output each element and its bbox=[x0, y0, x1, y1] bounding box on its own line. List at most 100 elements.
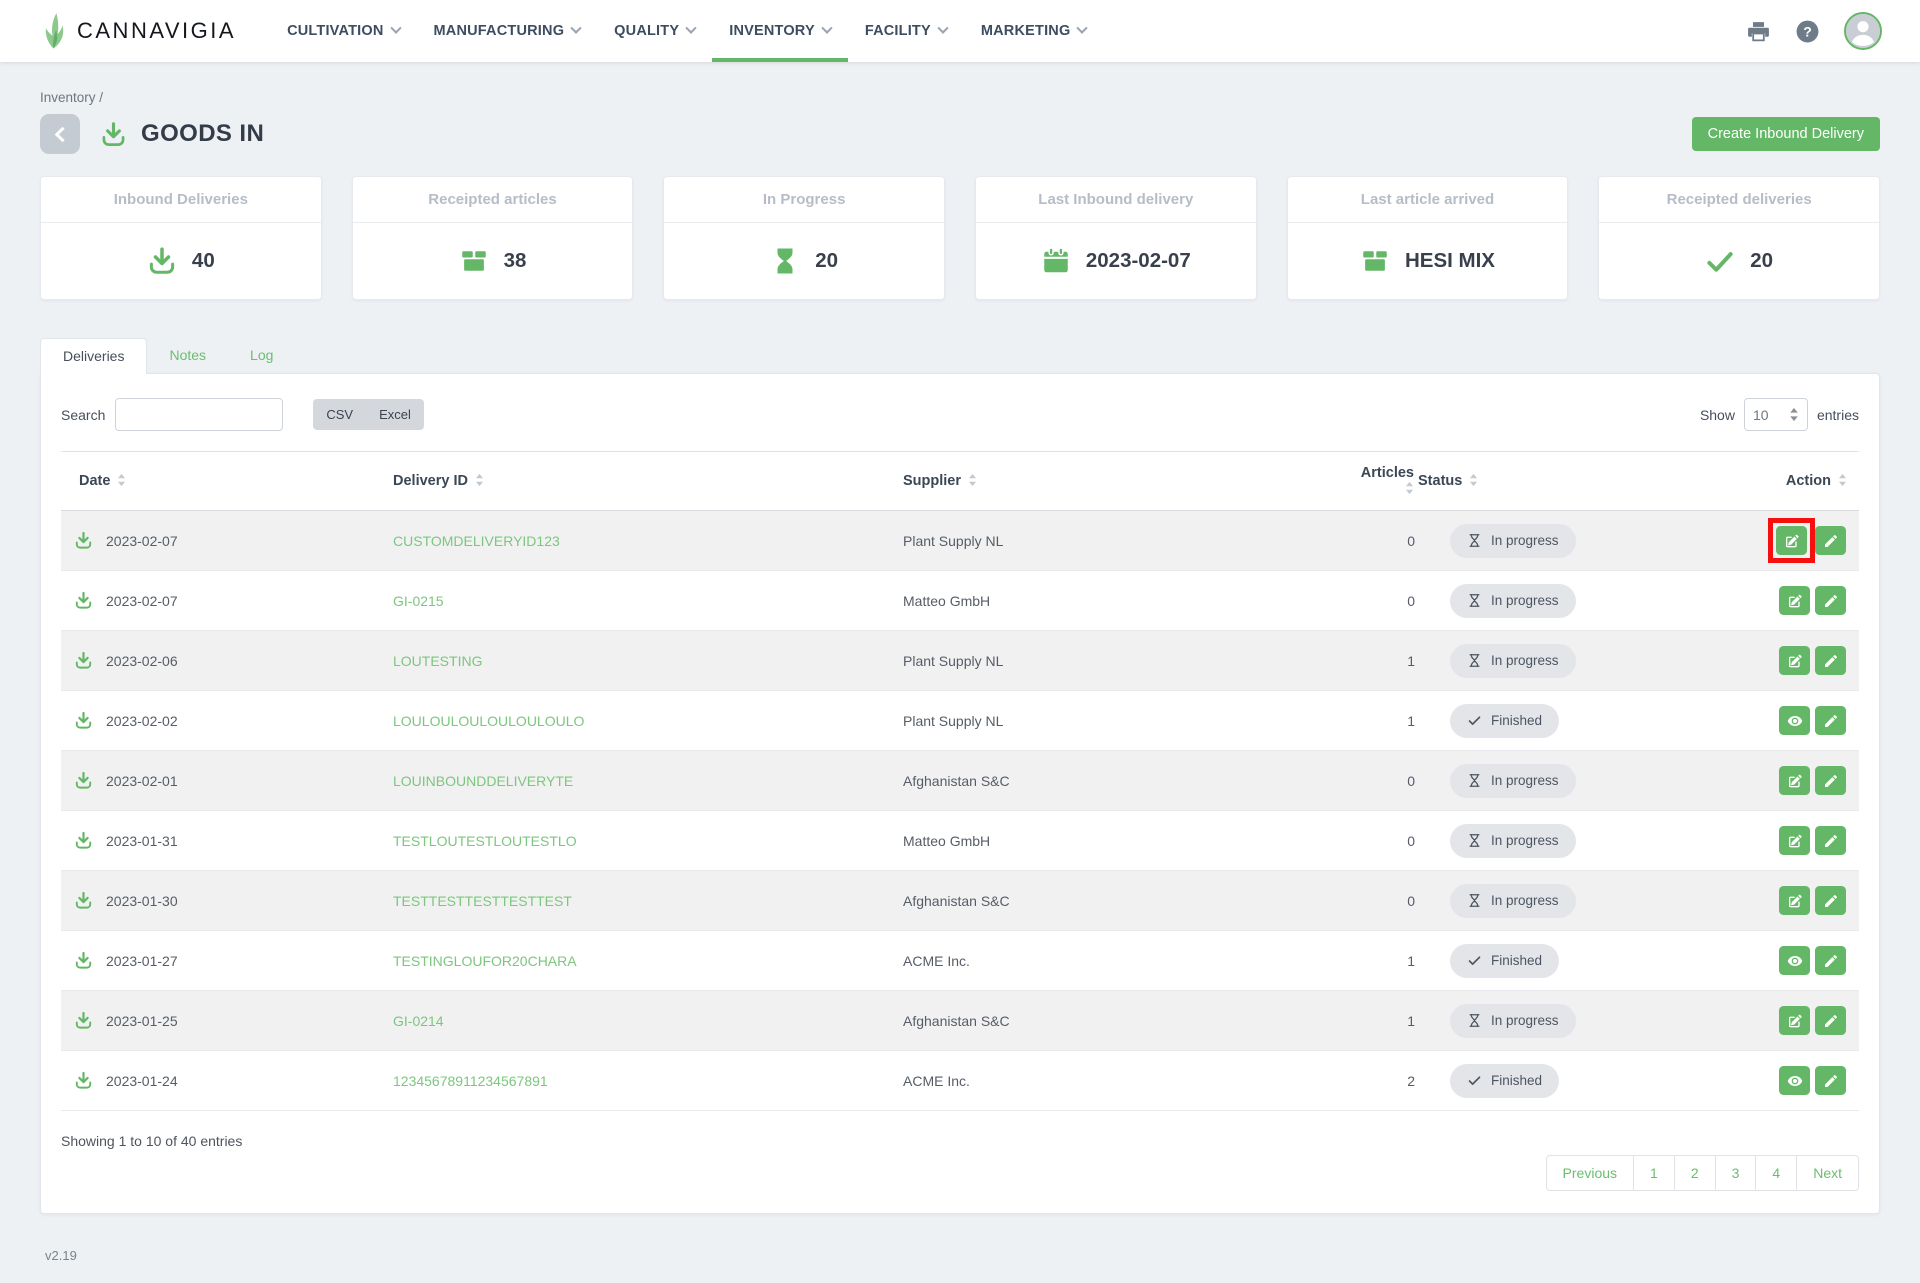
sort-icon bbox=[475, 473, 484, 487]
avatar[interactable] bbox=[1844, 12, 1882, 50]
pencil-button[interactable] bbox=[1815, 586, 1846, 615]
download-icon bbox=[74, 531, 93, 550]
column-header-supplier[interactable]: Supplier bbox=[901, 452, 1351, 511]
articles-cell: 0 bbox=[1351, 871, 1416, 931]
delivery-id-link[interactable]: GI-0214 bbox=[393, 1013, 444, 1029]
edit-button[interactable] bbox=[1776, 526, 1807, 555]
column-header-action[interactable]: Action bbox=[1721, 452, 1859, 511]
app-version: v2.19 bbox=[45, 1248, 1880, 1263]
pagination-3[interactable]: 3 bbox=[1715, 1155, 1757, 1191]
delivery-id-link[interactable]: LOUTESTING bbox=[393, 653, 482, 669]
eye-button[interactable] bbox=[1779, 1066, 1810, 1095]
articles-cell: 0 bbox=[1351, 751, 1416, 811]
menu-item-cultivation[interactable]: CULTIVATION bbox=[270, 0, 416, 62]
menu-item-manufacturing[interactable]: MANUFACTURING bbox=[417, 0, 598, 62]
pagination-previous[interactable]: Previous bbox=[1546, 1155, 1634, 1191]
edit-button[interactable] bbox=[1779, 1006, 1810, 1035]
supplier-cell: Afghanistan S&C bbox=[901, 871, 1351, 931]
check-icon bbox=[1705, 246, 1735, 276]
pagination-4[interactable]: 4 bbox=[1755, 1155, 1797, 1191]
menu-item-facility[interactable]: FACILITY bbox=[848, 0, 964, 62]
delivery-id-link[interactable]: TESTLOUTESTLOUTESTLO bbox=[393, 833, 577, 849]
action-cell bbox=[1721, 511, 1859, 571]
status-label: In progress bbox=[1491, 593, 1559, 608]
print-button[interactable] bbox=[1746, 19, 1771, 44]
delivery-id-link[interactable]: CUSTOMDELIVERYID123 bbox=[393, 533, 560, 549]
column-header-articles[interactable]: Articles bbox=[1351, 452, 1416, 511]
stat-card-value: 20 bbox=[1750, 249, 1773, 273]
table-row: 2023-02-02LOULOULOULOULOULOULOPlant Supp… bbox=[61, 691, 1859, 751]
pencil-button[interactable] bbox=[1815, 706, 1846, 735]
eye-button[interactable] bbox=[1779, 946, 1810, 975]
sort-icon bbox=[1469, 473, 1478, 487]
tab-deliveries[interactable]: Deliveries bbox=[40, 338, 147, 374]
date-cell: 2023-01-30 bbox=[61, 871, 391, 931]
pencil-button[interactable] bbox=[1815, 1006, 1846, 1035]
pencil-button[interactable] bbox=[1815, 766, 1846, 795]
menu-item-quality[interactable]: QUALITY bbox=[597, 0, 712, 62]
brand-logo[interactable]: CANNAVIGIA bbox=[38, 11, 236, 51]
action-cell bbox=[1721, 691, 1859, 751]
edit-button[interactable] bbox=[1779, 826, 1810, 855]
column-header-date[interactable]: Date bbox=[61, 452, 391, 511]
edit-button[interactable] bbox=[1779, 646, 1810, 675]
delivery-id-cell: GI-0215 bbox=[391, 571, 901, 631]
menu-item-marketing[interactable]: MARKETING bbox=[964, 0, 1104, 62]
export-buttons: CSVExcel bbox=[313, 399, 424, 430]
delivery-id-cell: GI-0214 bbox=[391, 991, 901, 1051]
download-icon bbox=[147, 246, 177, 276]
chevron-left-icon bbox=[54, 126, 70, 142]
pagination-2[interactable]: 2 bbox=[1674, 1155, 1716, 1191]
stat-card-value: 20 bbox=[815, 249, 838, 273]
tab-log[interactable]: Log bbox=[228, 338, 295, 373]
delivery-id-link[interactable]: GI-0215 bbox=[393, 593, 444, 609]
edit-button[interactable] bbox=[1779, 586, 1810, 615]
page-size-select[interactable]: 10 bbox=[1744, 398, 1808, 431]
column-header-status[interactable]: Status bbox=[1416, 452, 1721, 511]
delivery-id-link[interactable]: LOUINBOUNDDELIVERYTE bbox=[393, 773, 573, 789]
delivery-id-link[interactable]: LOULOULOULOULOULOULO bbox=[393, 713, 584, 729]
eye-button[interactable] bbox=[1779, 706, 1810, 735]
hourglass-small-icon bbox=[1467, 1013, 1482, 1028]
pencil-button[interactable] bbox=[1815, 526, 1846, 555]
chevron-down-icon bbox=[686, 23, 697, 34]
edit-button[interactable] bbox=[1779, 886, 1810, 915]
create-inbound-delivery-button[interactable]: Create Inbound Delivery bbox=[1692, 117, 1880, 151]
table-row: 2023-02-07CUSTOMDELIVERYID123Plant Suppl… bbox=[61, 511, 1859, 571]
pagination-next[interactable]: Next bbox=[1796, 1155, 1859, 1191]
articles-cell: 1 bbox=[1351, 691, 1416, 751]
sort-icon bbox=[117, 473, 126, 487]
edit-button[interactable] bbox=[1779, 766, 1810, 795]
delivery-id-link[interactable]: 12345678911234567891 bbox=[393, 1073, 548, 1089]
help-button[interactable]: ? bbox=[1795, 19, 1820, 44]
status-label: In progress bbox=[1491, 653, 1559, 668]
tab-notes[interactable]: Notes bbox=[147, 338, 228, 373]
pencil-button[interactable] bbox=[1815, 826, 1846, 855]
deliveries-panel: Search CSVExcel Show 10 entries DateDeli… bbox=[40, 373, 1880, 1214]
status-cell: In progress bbox=[1416, 991, 1721, 1051]
excel-export-button[interactable]: Excel bbox=[366, 399, 424, 430]
delivery-id-link[interactable]: TESTINGLOUFOR20CHARA bbox=[393, 953, 577, 969]
delivery-id-link[interactable]: TESTTESTTESTTESTTEST bbox=[393, 893, 572, 909]
column-header-delivery-id[interactable]: Delivery ID bbox=[391, 452, 901, 511]
csv-export-button[interactable]: CSV bbox=[313, 399, 366, 430]
column-header-label: Supplier bbox=[903, 473, 961, 489]
pencil-button[interactable] bbox=[1815, 946, 1846, 975]
pencil-button[interactable] bbox=[1815, 646, 1846, 675]
pencil-button[interactable] bbox=[1815, 886, 1846, 915]
download-icon bbox=[74, 771, 93, 790]
date-value: 2023-01-24 bbox=[106, 1073, 178, 1089]
menu-item-label: QUALITY bbox=[614, 23, 679, 39]
pencil-button[interactable] bbox=[1815, 1066, 1846, 1095]
main-menu: CULTIVATION MANUFACTURING QUALITY INVENTORY… bbox=[270, 0, 1103, 62]
search-input[interactable] bbox=[115, 398, 283, 431]
question-icon: ? bbox=[1795, 19, 1820, 44]
menu-item-label: CULTIVATION bbox=[287, 23, 383, 39]
printer-icon bbox=[1746, 19, 1771, 44]
menu-item-inventory[interactable]: INVENTORY bbox=[712, 0, 848, 62]
date-value: 2023-02-01 bbox=[106, 773, 178, 789]
table-toolbar: Search CSVExcel Show 10 entries bbox=[61, 398, 1859, 431]
stat-card-value: 2023-02-07 bbox=[1086, 249, 1191, 273]
back-button[interactable] bbox=[40, 114, 80, 154]
pagination-1[interactable]: 1 bbox=[1633, 1155, 1675, 1191]
